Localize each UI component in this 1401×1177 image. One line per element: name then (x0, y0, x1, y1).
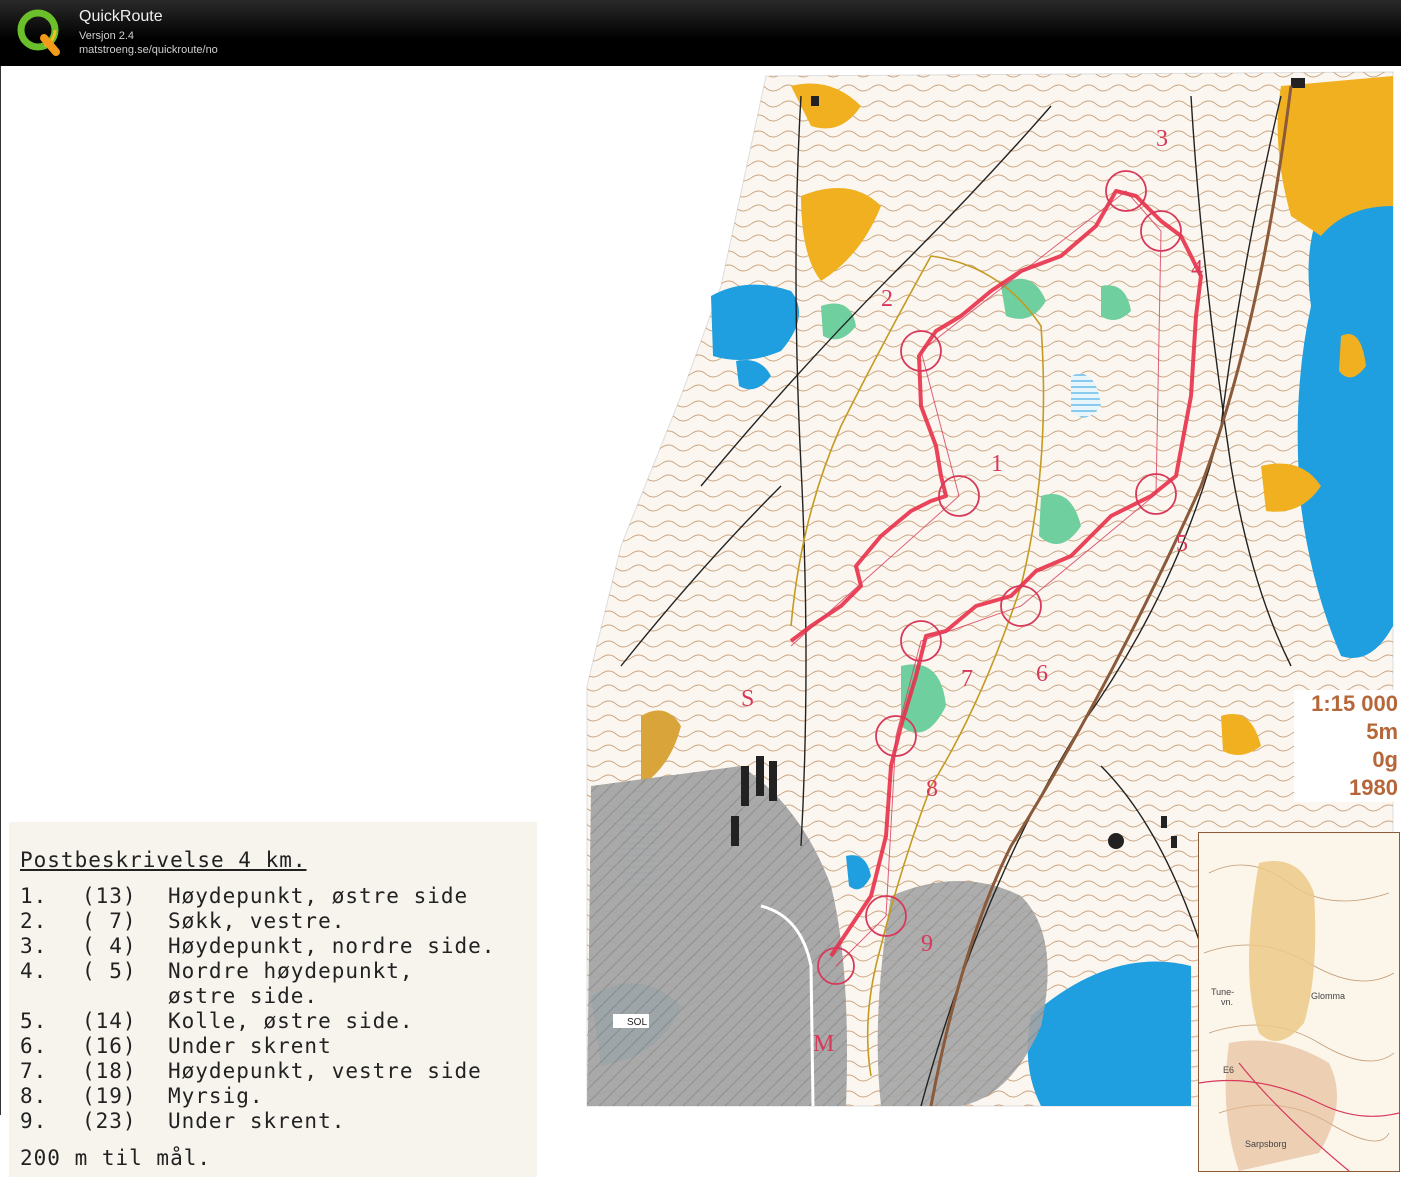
inset-label-glomma: Glomma (1311, 991, 1346, 1001)
description-row: 9. (23) Under skrent. (20, 1109, 346, 1133)
description-row: 4.( 5) Nordre høydepunkt, (20, 959, 414, 983)
map-label-sol: SOL (627, 1017, 647, 1028)
map-year: 1980 (1349, 775, 1398, 800)
app-header: QuickRoute Versjon 2.4 matstroeng.se/qui… (0, 0, 1401, 66)
map-contour-interval: 5m (1366, 719, 1398, 744)
control-number-4: 4 (1191, 256, 1203, 282)
control-description-footer: 200 m til mål. (20, 1146, 212, 1170)
map-canvas[interactable]: 1 2 3 4 5 6 7 8 9 S M SOL Postbeskrivels… (0, 66, 1401, 1177)
control-number-8: 8 (926, 776, 938, 802)
map-scale: 1:15 000 (1311, 691, 1398, 716)
control-number-7: 7 (961, 666, 973, 692)
control-number-1: 1 (991, 451, 1003, 477)
description-row: 8. (19) Myrsig. (20, 1084, 264, 1108)
description-row: 7. (18) Høydepunkt, vestre side (20, 1059, 482, 1083)
map-declination: 0g (1372, 747, 1398, 772)
control-number-3: 3 (1156, 126, 1168, 152)
control-description-card: Postbeskrivelse 4 km. 1. (13) Høydepunkt, … (9, 822, 537, 1177)
start-label: S (741, 686, 754, 712)
description-row: 3.( 4) Høydepunkt, nordre side. (20, 934, 496, 958)
overview-inset-map: Tune- vn. Glomma E6 Sarpsborg (1198, 832, 1400, 1172)
map-scale-info: 1:15 000 5m 0g 1980 (1294, 690, 1400, 802)
control-description-title: Postbeskrivelse 4 km. (20, 848, 307, 872)
finish-label: M (813, 1031, 834, 1057)
inset-label-e6: E6 (1223, 1065, 1235, 1075)
description-row: 5. (14) Kolle, østre side. (20, 1009, 414, 1033)
app-url[interactable]: matstroeng.se/quickroute/no (79, 44, 218, 56)
inset-label-sarpsborg: Sarpsborg (1245, 1139, 1287, 1149)
description-row: 1. (13) Høydepunkt, østre side (20, 884, 469, 908)
control-number-9: 9 (921, 931, 933, 957)
quickroute-logo-icon (17, 9, 60, 56)
control-number-2: 2 (881, 286, 893, 312)
inset-label-tune: Tune- (1211, 987, 1235, 997)
description-row: østre side. (168, 984, 319, 1008)
control-number-6: 6 (1036, 661, 1048, 687)
app-title: QuickRoute (79, 8, 163, 25)
app-version: Versjon 2.4 (79, 30, 135, 42)
description-row: 2.( 7) Søkk, vestre. (20, 909, 346, 933)
inset-label-tune-vn: vn. (1221, 997, 1234, 1007)
description-row: 6. (16) Under skrent (20, 1034, 332, 1058)
control-number-5: 5 (1176, 531, 1188, 557)
